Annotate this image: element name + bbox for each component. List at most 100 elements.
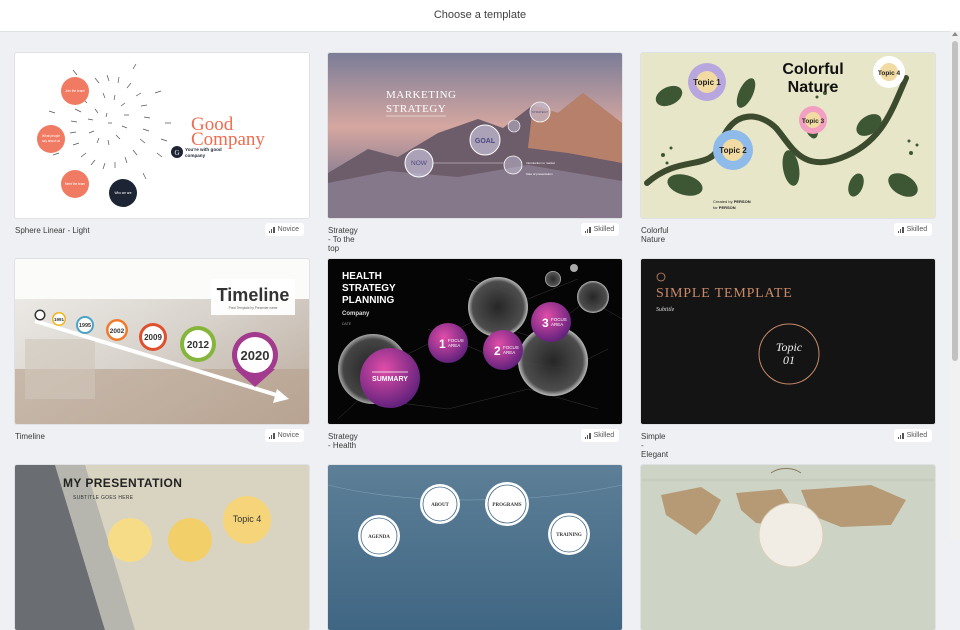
scroll-up-arrow-icon[interactable]	[952, 32, 958, 36]
training-node: TRAINING	[548, 513, 590, 555]
preview-subtitle: Prezi Template by Presenter name	[229, 306, 278, 310]
year-label: 2009	[144, 333, 162, 342]
world-map-preview	[641, 465, 935, 630]
focus-area-2-area: AREA	[503, 350, 515, 355]
dialog-header: Choose a template	[0, 0, 960, 32]
level-badge: Skilled	[581, 223, 620, 236]
pin-1995: 1995	[76, 316, 94, 334]
template-name: Colorful Nature	[641, 226, 669, 244]
level-badge: Skilled	[894, 223, 933, 236]
nature-preview: Topic 1 Topic 2 Topic 3 Topic 4 Colorful…	[641, 53, 935, 218]
template-thumbnail[interactable]: MARKETING STRATEGY GOAL NOW STRATEGY Int…	[328, 53, 622, 218]
preview-subtitle: Subtitle	[656, 307, 675, 313]
level-label: Skilled	[593, 432, 615, 439]
timeline-preview: Timeline Prezi Template by Presenter nam…	[15, 259, 309, 424]
gray-sphere	[468, 277, 528, 337]
preview-subtitle: SUBTITLE GOES HERE	[73, 495, 134, 501]
level-label: Skilled	[906, 432, 928, 439]
template-name: Strategy - Health	[328, 432, 358, 450]
year-label: 2020	[241, 348, 270, 363]
level-badge: Skilled	[581, 429, 620, 442]
strategy-label: STRATEGY	[532, 110, 548, 114]
topic-label: Topic	[776, 340, 803, 354]
agenda-node: AGENDA	[358, 515, 400, 557]
pin-2009: 2009	[139, 323, 167, 351]
template-name: Sphere Linear - Light	[15, 226, 90, 235]
preview-title-line-3: PLANNING	[342, 295, 394, 306]
programs-label: PROGRAMS	[492, 503, 521, 508]
level-badge: Novice	[265, 429, 304, 442]
topic-2-label: Topic 2	[719, 146, 747, 155]
level-bars-icon	[269, 432, 275, 439]
preview-title: MY PRESENTATION	[63, 476, 182, 490]
template-name: Timeline	[15, 432, 45, 441]
level-label: Skilled	[906, 226, 928, 233]
node-caption-2: Sale of presentation	[526, 172, 553, 176]
year-label: 1991	[54, 317, 65, 322]
sphere-node-2-label: What people	[42, 134, 60, 138]
pin-1991: 1991	[52, 312, 66, 326]
scrollbar-thumb[interactable]	[952, 41, 958, 361]
about-node: ABOUT	[420, 484, 460, 524]
focus-area-2-number: 2	[494, 344, 501, 358]
template-thumbnail[interactable]: Join the team! What people say about us …	[15, 53, 309, 218]
topic-4-label: Topic 4	[878, 70, 901, 77]
company-label: Company	[342, 311, 370, 317]
preview-title-line-2: Nature	[788, 79, 839, 96]
preview-title-line-2: STRATEGY	[342, 283, 396, 294]
preview-subtitle-2: company	[185, 153, 206, 158]
level-bars-icon	[585, 226, 591, 233]
template-name: Strategy - To the top	[328, 226, 358, 253]
dialog-title: Choose a template	[433, 9, 527, 21]
year-label: 1995	[79, 323, 91, 329]
focus-area-3-number: 3	[542, 316, 549, 330]
template-thumbnail[interactable]: HEALTH STRATEGY PLANNING Company DATE SU…	[328, 259, 622, 424]
template-thumbnail[interactable]: SIMPLE TEMPLATE Subtitle Topic 01	[641, 259, 935, 424]
template-name: Simple - Elegant	[641, 432, 669, 459]
center-circle	[758, 502, 824, 568]
level-badge: Novice	[265, 223, 304, 236]
sphere-node-2-label-2: say about us	[42, 139, 60, 143]
preview-title-line-2: STRATEGY	[386, 103, 446, 115]
level-label: Skilled	[593, 226, 615, 233]
level-bars-icon	[898, 226, 904, 233]
template-thumbnail[interactable]: Timeline Prezi Template by Presenter nam…	[15, 259, 309, 424]
template-thumbnail[interactable]	[641, 465, 935, 630]
sphere-linear-preview: Join the team! What people say about us …	[15, 53, 309, 218]
simple-elegant-preview: SIMPLE TEMPLATE Subtitle Topic 01	[641, 259, 935, 424]
pin-2012: 2012	[180, 326, 216, 362]
vertical-scrollbar[interactable]	[950, 31, 960, 540]
programs-preview: ABOUT PROGRAMS AGENDA TRAINING	[328, 465, 622, 630]
preview-title: Timeline	[217, 285, 290, 305]
topic-number: 01	[783, 353, 795, 367]
topic-3-label: Topic 3	[802, 118, 825, 125]
summary-label: SUMMARY	[372, 376, 408, 383]
template-thumbnail[interactable]: Topic 1 Topic 2 Topic 3 Topic 4 Colorful…	[641, 53, 935, 218]
about-label: ABOUT	[431, 503, 449, 508]
topic-4-label: Topic 4	[233, 514, 262, 524]
mountain-preview: MARKETING STRATEGY GOAL NOW STRATEGY Int…	[328, 53, 622, 218]
template-thumbnail[interactable]: ABOUT PROGRAMS AGENDA TRAINING	[328, 465, 622, 630]
credit-line-1: Created by PERSON	[713, 199, 751, 204]
year-label: 2012	[187, 340, 210, 351]
sphere-node-1-label: Join the team!	[65, 89, 85, 93]
level-label: Novice	[277, 432, 299, 439]
sphere-node-3-label: Meet the team	[65, 182, 86, 186]
programs-node: PROGRAMS	[485, 482, 529, 526]
sphere-node-4-label: Who we are	[114, 191, 131, 195]
topic-1-label: Topic 1	[693, 78, 721, 87]
level-bars-icon	[585, 432, 591, 439]
pin-2002: 2002	[106, 319, 128, 341]
preview-title-line-1: MARKETING	[386, 89, 457, 101]
template-thumbnail[interactable]: MY PRESENTATION SUBTITLE GOES HERE Topic…	[15, 465, 309, 630]
focus-area-1-area: AREA	[448, 343, 460, 348]
preview-title: SIMPLE TEMPLATE	[656, 286, 793, 301]
pin-1991	[34, 309, 46, 321]
credit-line-2: for PERSON	[713, 205, 736, 210]
preview-title-line-1: HEALTH	[342, 271, 382, 282]
health-preview: HEALTH STRATEGY PLANNING Company DATE SU…	[328, 259, 622, 424]
goal-label: GOAL	[475, 138, 496, 145]
focus-area-3-area: AREA	[551, 322, 563, 327]
my-presentation-preview: MY PRESENTATION SUBTITLE GOES HERE Topic…	[15, 465, 309, 630]
logo-letter: G	[174, 149, 179, 157]
